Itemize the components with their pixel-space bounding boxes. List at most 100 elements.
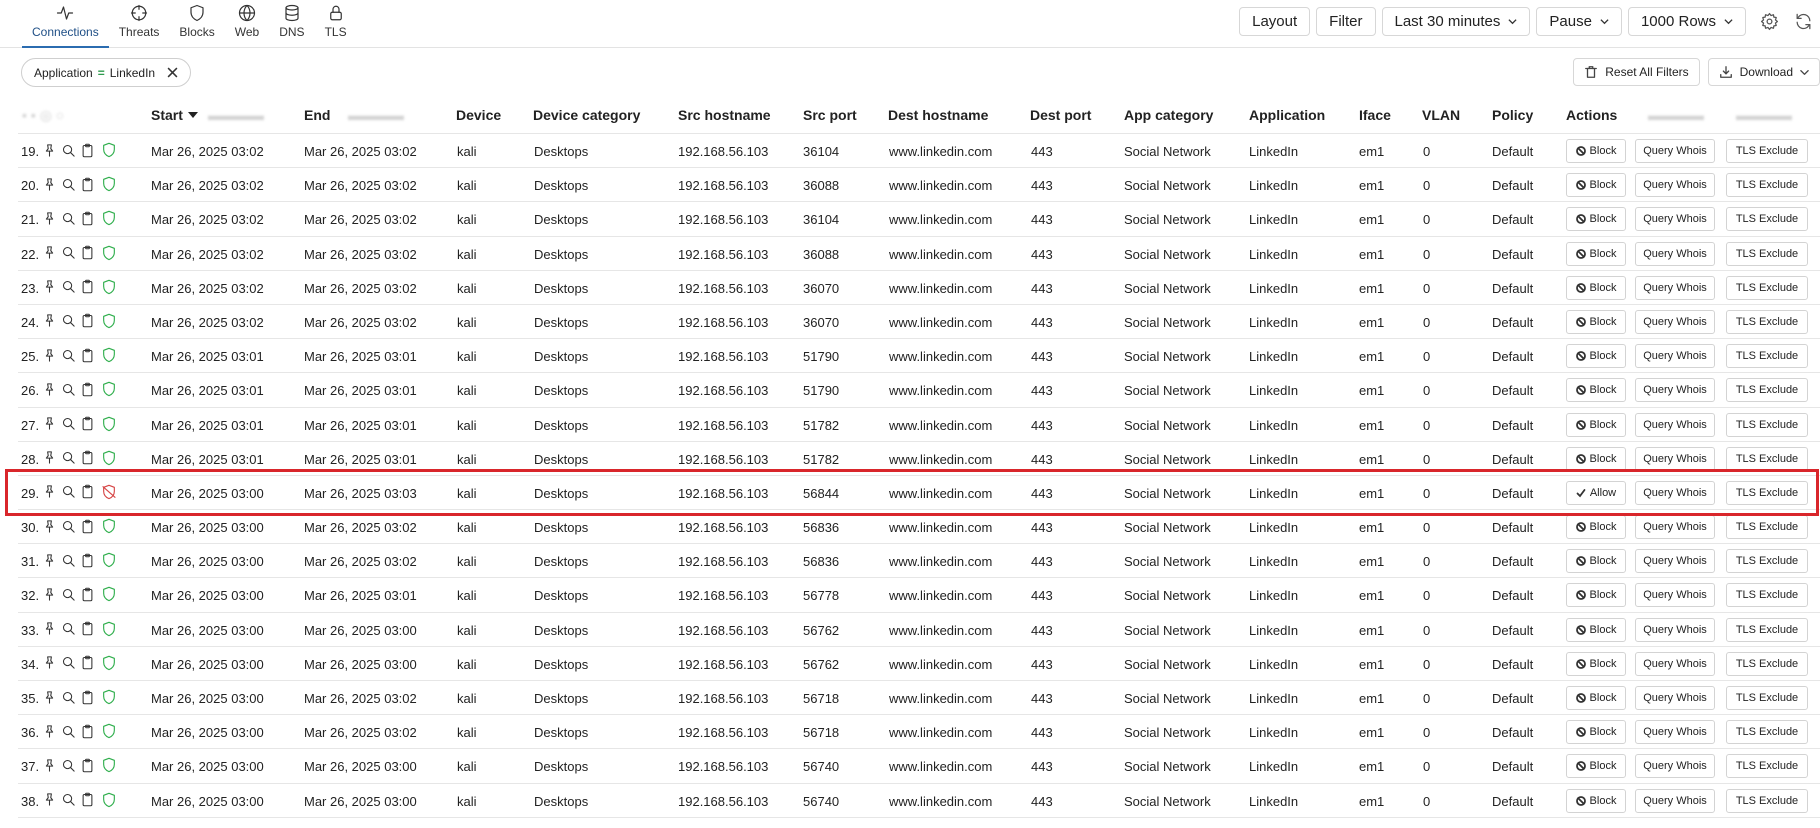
column-dest-hostname[interactable]: Dest hostname: [888, 107, 988, 123]
cell-device[interactable]: kali: [457, 144, 477, 159]
clipboard-icon[interactable]: [80, 450, 95, 465]
shield-icon[interactable]: [101, 689, 117, 705]
clipboard-icon[interactable]: [80, 792, 95, 807]
pin-icon[interactable]: [42, 382, 57, 397]
pin-icon[interactable]: [42, 245, 57, 260]
shield-icon[interactable]: [101, 586, 117, 602]
clipboard-icon[interactable]: [80, 621, 95, 636]
column-start[interactable]: Start: [151, 107, 198, 123]
shield-icon[interactable]: [101, 723, 117, 739]
query-whois-button[interactable]: Query Whois: [1635, 378, 1715, 403]
clipboard-icon[interactable]: [80, 690, 95, 705]
cell-device[interactable]: kali: [457, 657, 477, 672]
pin-icon[interactable]: [42, 279, 57, 294]
clipboard-icon[interactable]: [80, 587, 95, 602]
search-icon[interactable]: [61, 792, 76, 807]
table-row[interactable]: 30. Mar 26, 2025 03:00 Mar 26, 2025 03:0…: [18, 510, 1820, 545]
table-row[interactable]: 24. Mar 26, 2025 03:02 Mar 26, 2025 03:0…: [18, 305, 1820, 340]
pin-icon[interactable]: [42, 792, 57, 807]
table-row[interactable]: 25. Mar 26, 2025 03:01 Mar 26, 2025 03:0…: [18, 339, 1820, 374]
download-button[interactable]: Download: [1707, 58, 1820, 86]
tls-exclude-button[interactable]: TLS Exclude: [1726, 446, 1808, 471]
column-end[interactable]: End: [304, 107, 330, 123]
table-row[interactable]: 21. Mar 26, 2025 03:02 Mar 26, 2025 03:0…: [18, 202, 1820, 237]
query-whois-button[interactable]: Query Whois: [1635, 207, 1715, 232]
tls-exclude-button[interactable]: TLS Exclude: [1726, 720, 1808, 745]
block-button[interactable]: Block: [1566, 720, 1626, 745]
pin-icon[interactable]: [42, 655, 57, 670]
column-iface[interactable]: Iface: [1359, 107, 1391, 123]
shield-icon[interactable]: [101, 621, 117, 637]
query-whois-button[interactable]: Query Whois: [1635, 720, 1715, 745]
search-icon[interactable]: [61, 553, 76, 568]
cell-device[interactable]: kali: [457, 281, 477, 296]
query-whois-button[interactable]: Query Whois: [1635, 549, 1715, 574]
pin-icon[interactable]: [42, 416, 57, 431]
shield-icon[interactable]: [101, 655, 117, 671]
tab-tls[interactable]: TLS: [315, 0, 357, 48]
query-whois-button[interactable]: Query Whois: [1635, 275, 1715, 300]
cell-device[interactable]: kali: [457, 383, 477, 398]
shield-icon[interactable]: [101, 210, 117, 226]
shield-icon[interactable]: [101, 518, 117, 534]
search-icon[interactable]: [61, 177, 76, 192]
pin-icon[interactable]: [42, 758, 57, 773]
table-row[interactable]: 37. Mar 26, 2025 03:00 Mar 26, 2025 03:0…: [18, 749, 1820, 784]
cell-device[interactable]: kali: [457, 418, 477, 433]
cell-device[interactable]: kali: [457, 554, 477, 569]
clipboard-icon[interactable]: [80, 313, 95, 328]
allow-button[interactable]: Allow: [1566, 480, 1626, 505]
column-policy[interactable]: Policy: [1492, 107, 1533, 123]
column-dest-port[interactable]: Dest port: [1030, 107, 1091, 123]
clipboard-icon[interactable]: [80, 519, 95, 534]
column-src-hostname[interactable]: Src hostname: [678, 107, 771, 123]
pin-icon[interactable]: [42, 211, 57, 226]
cell-device[interactable]: kali: [457, 349, 477, 364]
search-icon[interactable]: [61, 313, 76, 328]
query-whois-button[interactable]: Query Whois: [1635, 412, 1715, 437]
cell-device[interactable]: kali: [457, 315, 477, 330]
block-button[interactable]: Block: [1566, 446, 1626, 471]
tab-web[interactable]: Web: [225, 0, 269, 48]
table-row[interactable]: 27. Mar 26, 2025 03:01 Mar 26, 2025 03:0…: [18, 408, 1820, 442]
search-icon[interactable]: [61, 416, 76, 431]
search-icon[interactable]: [61, 211, 76, 226]
shield-icon[interactable]: [101, 757, 117, 773]
cell-device[interactable]: kali: [457, 486, 477, 501]
pin-icon[interactable]: [42, 484, 57, 499]
search-icon[interactable]: [61, 382, 76, 397]
tls-exclude-button[interactable]: TLS Exclude: [1726, 686, 1808, 710]
cell-device[interactable]: kali: [457, 691, 477, 706]
shield-icon[interactable]: [101, 245, 117, 261]
clipboard-icon[interactable]: [80, 758, 95, 773]
table-row[interactable]: 32. Mar 26, 2025 03:00 Mar 26, 2025 03:0…: [18, 578, 1820, 613]
block-button[interactable]: Block: [1566, 378, 1626, 403]
search-icon[interactable]: [61, 758, 76, 773]
shield-icon[interactable]: [101, 142, 117, 158]
tls-exclude-button[interactable]: TLS Exclude: [1726, 515, 1808, 540]
shield-icon[interactable]: [101, 792, 117, 808]
table-row[interactable]: 33. Mar 26, 2025 03:00 Mar 26, 2025 03:0…: [18, 613, 1820, 647]
clipboard-icon[interactable]: [80, 484, 95, 499]
layout-button[interactable]: Layout: [1239, 7, 1311, 36]
block-button[interactable]: Block: [1566, 651, 1626, 676]
pin-icon[interactable]: [42, 313, 57, 328]
tls-exclude-button[interactable]: TLS Exclude: [1726, 480, 1808, 505]
pin-icon[interactable]: [42, 587, 57, 602]
query-whois-button[interactable]: Query Whois: [1635, 754, 1715, 779]
pause-select[interactable]: Pause: [1536, 7, 1622, 36]
pin-icon[interactable]: [42, 621, 57, 636]
shield-icon[interactable]: [101, 313, 117, 329]
cell-device[interactable]: kali: [457, 759, 477, 774]
column-app-category[interactable]: App category: [1124, 107, 1213, 123]
search-icon[interactable]: [61, 587, 76, 602]
search-icon[interactable]: [61, 143, 76, 158]
column-vlan[interactable]: VLAN: [1422, 107, 1460, 123]
tls-exclude-button[interactable]: TLS Exclude: [1726, 788, 1808, 813]
search-icon[interactable]: [61, 348, 76, 363]
block-button[interactable]: Block: [1566, 754, 1626, 779]
cell-device[interactable]: kali: [457, 794, 477, 809]
reset-filters-button[interactable]: Reset All Filters: [1573, 58, 1700, 86]
search-icon[interactable]: [61, 450, 76, 465]
pin-icon[interactable]: [42, 450, 57, 465]
